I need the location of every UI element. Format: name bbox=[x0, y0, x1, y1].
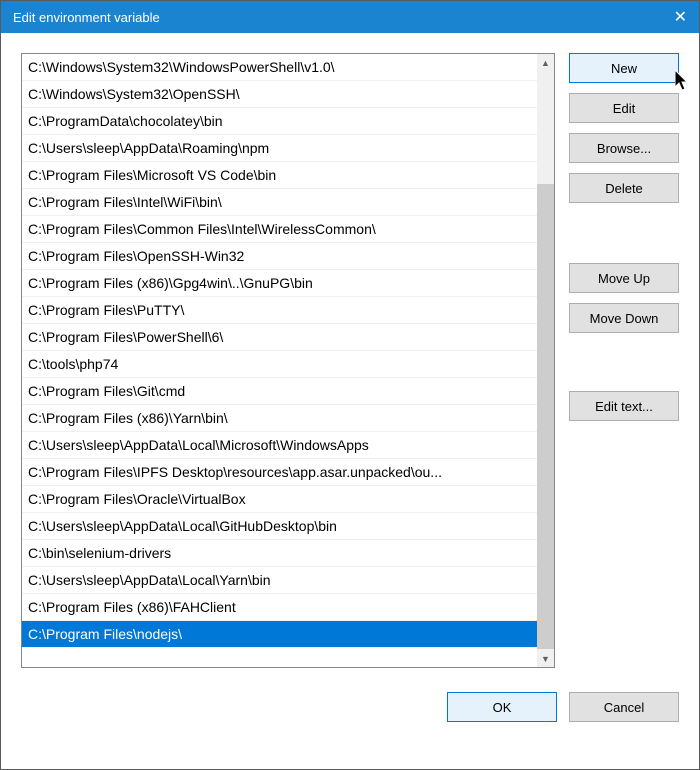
list-container: C:\Windows\System32\WindowsPowerShell\v1… bbox=[21, 53, 555, 668]
list-item[interactable]: C:\Windows\System32\WindowsPowerShell\v1… bbox=[22, 54, 537, 81]
side-button-panel: New Edit Browse... Delete Move Up Move D… bbox=[569, 53, 679, 668]
browse-button[interactable]: Browse... bbox=[569, 133, 679, 163]
title-bar: Edit environment variable ✕ bbox=[1, 1, 699, 33]
cancel-button[interactable]: Cancel bbox=[569, 692, 679, 722]
scrollbar[interactable]: ▲ ▼ bbox=[537, 54, 554, 667]
dialog-content: C:\Windows\System32\WindowsPowerShell\v1… bbox=[1, 33, 699, 678]
path-listbox[interactable]: C:\Windows\System32\WindowsPowerShell\v1… bbox=[21, 53, 555, 668]
move-down-button[interactable]: Move Down bbox=[569, 303, 679, 333]
new-button[interactable]: New bbox=[569, 53, 679, 83]
delete-button[interactable]: Delete bbox=[569, 173, 679, 203]
list-item[interactable]: C:\Program Files\OpenSSH-Win32 bbox=[22, 243, 537, 270]
dialog-footer: OK Cancel bbox=[1, 678, 699, 740]
scroll-down-icon[interactable]: ▼ bbox=[537, 650, 554, 667]
list-item[interactable]: C:\Users\sleep\AppData\Roaming\npm bbox=[22, 135, 537, 162]
list-item[interactable]: C:\bin\selenium-drivers bbox=[22, 540, 537, 567]
list-item[interactable]: C:\tools\php74 bbox=[22, 351, 537, 378]
window-title: Edit environment variable bbox=[13, 10, 160, 25]
list-item[interactable]: C:\Program Files\IPFS Desktop\resources\… bbox=[22, 459, 537, 486]
list-item[interactable]: C:\Program Files\Common Files\Intel\Wire… bbox=[22, 216, 537, 243]
list-item[interactable]: C:\Program Files (x86)\FAHClient bbox=[22, 594, 537, 621]
list-item[interactable]: C:\Program Files\Microsoft VS Code\bin bbox=[22, 162, 537, 189]
list-item[interactable]: C:\Program Files (x86)\Gpg4win\..\GnuPG\… bbox=[22, 270, 537, 297]
list-item[interactable]: C:\Users\sleep\AppData\Local\GitHubDeskt… bbox=[22, 513, 537, 540]
list-item[interactable]: C:\Users\sleep\AppData\Local\Microsoft\W… bbox=[22, 432, 537, 459]
list-item[interactable]: C:\Program Files\PuTTY\ bbox=[22, 297, 537, 324]
list-item[interactable]: C:\Program Files (x86)\Yarn\bin\ bbox=[22, 405, 537, 432]
list-item[interactable]: C:\ProgramData\chocolatey\bin bbox=[22, 108, 537, 135]
list-item[interactable]: C:\Program Files\Git\cmd bbox=[22, 378, 537, 405]
list-item[interactable]: C:\Program Files\Oracle\VirtualBox bbox=[22, 486, 537, 513]
ok-button[interactable]: OK bbox=[447, 692, 557, 722]
move-up-button[interactable]: Move Up bbox=[569, 263, 679, 293]
list-item[interactable]: C:\Program Files\nodejs\ bbox=[22, 621, 537, 648]
list-item[interactable]: C:\Windows\System32\OpenSSH\ bbox=[22, 81, 537, 108]
close-icon[interactable]: ✕ bbox=[674, 7, 687, 27]
scroll-up-icon[interactable]: ▲ bbox=[537, 54, 554, 71]
list-item[interactable]: C:\Program Files\Intel\WiFi\bin\ bbox=[22, 189, 537, 216]
edit-button[interactable]: Edit bbox=[569, 93, 679, 123]
edit-text-button[interactable]: Edit text... bbox=[569, 391, 679, 421]
list-item[interactable]: C:\Users\sleep\AppData\Local\Yarn\bin bbox=[22, 567, 537, 594]
list-item[interactable]: C:\Program Files\PowerShell\6\ bbox=[22, 324, 537, 351]
scroll-thumb[interactable] bbox=[537, 184, 554, 649]
